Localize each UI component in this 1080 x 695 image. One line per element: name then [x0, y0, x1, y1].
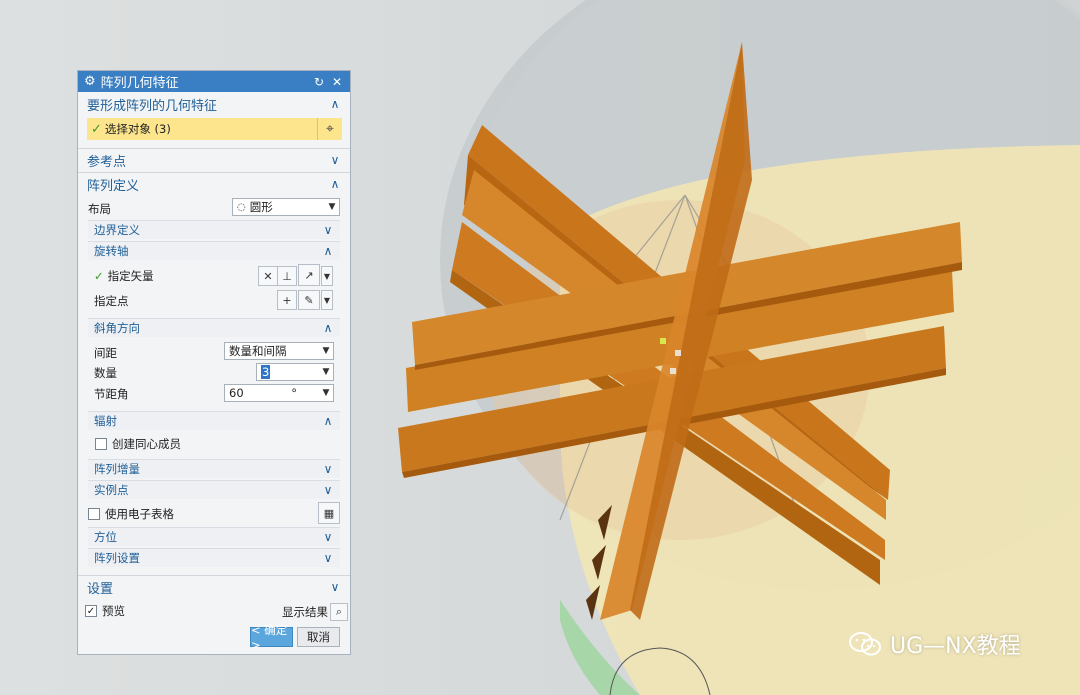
magnifier-icon[interactable]: ⌕ — [330, 603, 348, 621]
use-spreadsheet-checkbox[interactable] — [88, 508, 100, 520]
preview-row[interactable]: ✓ 预览 — [85, 603, 125, 619]
chevron-up-icon[interactable]: ∧ — [329, 98, 341, 110]
layout-select[interactable]: ◌ 圆形 ▼ — [232, 198, 340, 216]
check-icon: ✓ — [94, 269, 104, 283]
specify-vector-row: ✓ 指定矢量 — [94, 268, 154, 284]
rotation-axis-label: 旋转轴 — [94, 244, 129, 258]
chevron-up-icon[interactable]: ∧ — [322, 245, 334, 257]
dialog-title: 阵列几何特征 — [100, 76, 179, 91]
pattern-settings-header[interactable]: 阵列设置 ∨ — [88, 548, 340, 567]
layout-label: 布局 — [88, 202, 111, 216]
vector-dialog-icon[interactable]: ↗ — [298, 264, 320, 286]
count-value[interactable]: 3 — [261, 365, 271, 379]
axis-icon[interactable]: ⊥ — [277, 266, 297, 286]
cross-vector-icon[interactable]: ✕ — [258, 266, 278, 286]
dropdown-arrow-icon[interactable]: ▼ — [325, 202, 339, 212]
point-inference-icon[interactable]: ✎ — [298, 290, 320, 310]
specify-point-label: 指定点 — [94, 294, 129, 308]
create-concentric-checkbox[interactable] — [95, 438, 107, 450]
create-concentric-row[interactable]: 创建同心成员 — [95, 436, 181, 452]
close-icon[interactable]: ✕ — [330, 75, 344, 89]
dropdown-arrow-icon[interactable]: ▼ — [319, 346, 333, 356]
angular-direction-header[interactable]: 斜角方向 ∧ — [88, 318, 340, 337]
pitch-angle-input[interactable]: 60 ° ▼ — [224, 384, 334, 402]
orientation-label: 方位 — [94, 530, 117, 544]
section-pattern-def: 阵列定义 ∧ 布局 ◌ 圆形 ▼ 边界定义 ∨ 旋转轴 ∧ ✓ 指定矢量 ✕ ⊥… — [78, 172, 350, 572]
use-spreadsheet-row[interactable]: 使用电子表格 — [88, 506, 174, 522]
ok-button[interactable]: < 确定 > — [250, 623, 293, 652]
instance-point-header[interactable]: 实例点 ∨ — [88, 480, 340, 499]
check-icon: ✓ — [91, 121, 102, 137]
chevron-down-icon[interactable]: ∨ — [322, 224, 334, 236]
cancel-button[interactable]: 取消 — [297, 627, 340, 647]
circle-layout-icon: ◌ — [237, 201, 246, 213]
chevron-up-icon[interactable]: ∧ — [322, 415, 334, 427]
gear-icon[interactable]: ⚙ — [84, 74, 96, 89]
point-dialog-icon[interactable]: + — [277, 290, 297, 310]
layout-value: 圆形 — [249, 200, 273, 214]
section-pattern-def-header[interactable]: 阵列定义 ∧ — [78, 172, 350, 195]
count-input[interactable]: 3 ▼ — [256, 363, 334, 381]
dropdown-arrow-icon[interactable]: ▼ — [319, 388, 333, 398]
radiation-label: 辐射 — [94, 414, 117, 428]
section-pattern-def-label: 阵列定义 — [87, 178, 140, 194]
chevron-up-icon[interactable]: ∧ — [329, 178, 341, 190]
pattern-increment-header[interactable]: 阵列增量 ∨ — [88, 459, 340, 478]
create-concentric-label: 创建同心成员 — [112, 437, 181, 451]
section-ref-point: 参考点 ∨ — [78, 148, 350, 170]
preview-checkbox[interactable]: ✓ — [85, 605, 97, 617]
spreadsheet-icon[interactable]: ▦ — [318, 502, 340, 524]
chevron-down-icon[interactable]: ∨ — [329, 581, 341, 593]
spacing-value: 数量和间隔 — [229, 344, 287, 358]
select-object-label: 选择对象 (3) — [104, 122, 171, 136]
chevron-down-icon[interactable]: ∨ — [322, 484, 334, 496]
specify-vector-label: 指定矢量 — [107, 269, 154, 283]
wechat-icon — [849, 632, 881, 656]
boundary-def-header[interactable]: 边界定义 ∨ — [88, 220, 340, 239]
dropdown-arrow-icon[interactable]: ▼ — [319, 367, 333, 377]
select-object-row[interactable]: ✓ 选择对象 (3) ⌖ — [87, 118, 342, 140]
section-geometry-label: 要形成阵列的几何特征 — [87, 98, 218, 114]
section-geometry: 要形成阵列的几何特征 ∧ ✓ 选择对象 (3) ⌖ — [78, 93, 350, 145]
vector-dropdown-icon[interactable]: ▼ — [321, 266, 333, 286]
pattern-increment-label: 阵列增量 — [94, 462, 140, 476]
pitch-angle-label: 节距角 — [94, 387, 129, 401]
pitch-angle-value: 60 — [229, 386, 244, 400]
angular-direction-label: 斜角方向 — [94, 321, 140, 335]
watermark: UG—NX教程 — [848, 628, 1021, 660]
count-label: 数量 — [94, 366, 117, 380]
pattern-geometry-dialog: ⚙ 阵列几何特征 ↻ ✕ 要形成阵列的几何特征 ∧ ✓ 选择对象 (3) ⌖ 参… — [77, 70, 351, 655]
chevron-down-icon[interactable]: ∨ — [322, 552, 334, 564]
section-ref-point-header[interactable]: 参考点 ∨ — [78, 148, 350, 171]
spacing-label: 间距 — [94, 346, 117, 360]
rotation-axis-header[interactable]: 旋转轴 ∧ — [88, 241, 340, 260]
radiation-header[interactable]: 辐射 ∧ — [88, 411, 340, 430]
crosshair-icon[interactable]: ⌖ — [317, 118, 342, 140]
pattern-settings-label: 阵列设置 — [94, 551, 140, 565]
show-result-row[interactable]: 显示结果 ⌕ — [282, 603, 348, 621]
chevron-down-icon[interactable]: ∨ — [322, 463, 334, 475]
chevron-down-icon[interactable]: ∨ — [322, 531, 334, 543]
section-settings-label: 设置 — [87, 581, 114, 597]
section-geometry-header[interactable]: 要形成阵列的几何特征 ∧ — [78, 93, 350, 115]
point-dropdown-icon[interactable]: ▼ — [321, 290, 333, 310]
section-settings: 设置 ∨ — [78, 575, 350, 597]
section-ref-point-label: 参考点 — [87, 154, 127, 170]
boundary-def-label: 边界定义 — [94, 223, 140, 237]
watermark-text: UG—NX教程 — [890, 634, 1021, 659]
reset-icon[interactable]: ↻ — [312, 75, 326, 89]
spacing-select[interactable]: 数量和间隔 ▼ — [224, 342, 334, 360]
pitch-angle-unit: ° — [291, 386, 297, 400]
section-settings-header[interactable]: 设置 ∨ — [78, 575, 350, 598]
chevron-down-icon[interactable]: ∨ — [329, 154, 341, 166]
chevron-up-icon[interactable]: ∧ — [322, 322, 334, 334]
show-result-label: 显示结果 — [282, 605, 328, 619]
instance-point-label: 实例点 — [94, 483, 129, 497]
orientation-header[interactable]: 方位 ∨ — [88, 527, 340, 546]
preview-label: 预览 — [102, 604, 125, 618]
use-spreadsheet-label: 使用电子表格 — [105, 507, 174, 521]
dialog-titlebar: ⚙ 阵列几何特征 ↻ ✕ — [78, 71, 350, 92]
